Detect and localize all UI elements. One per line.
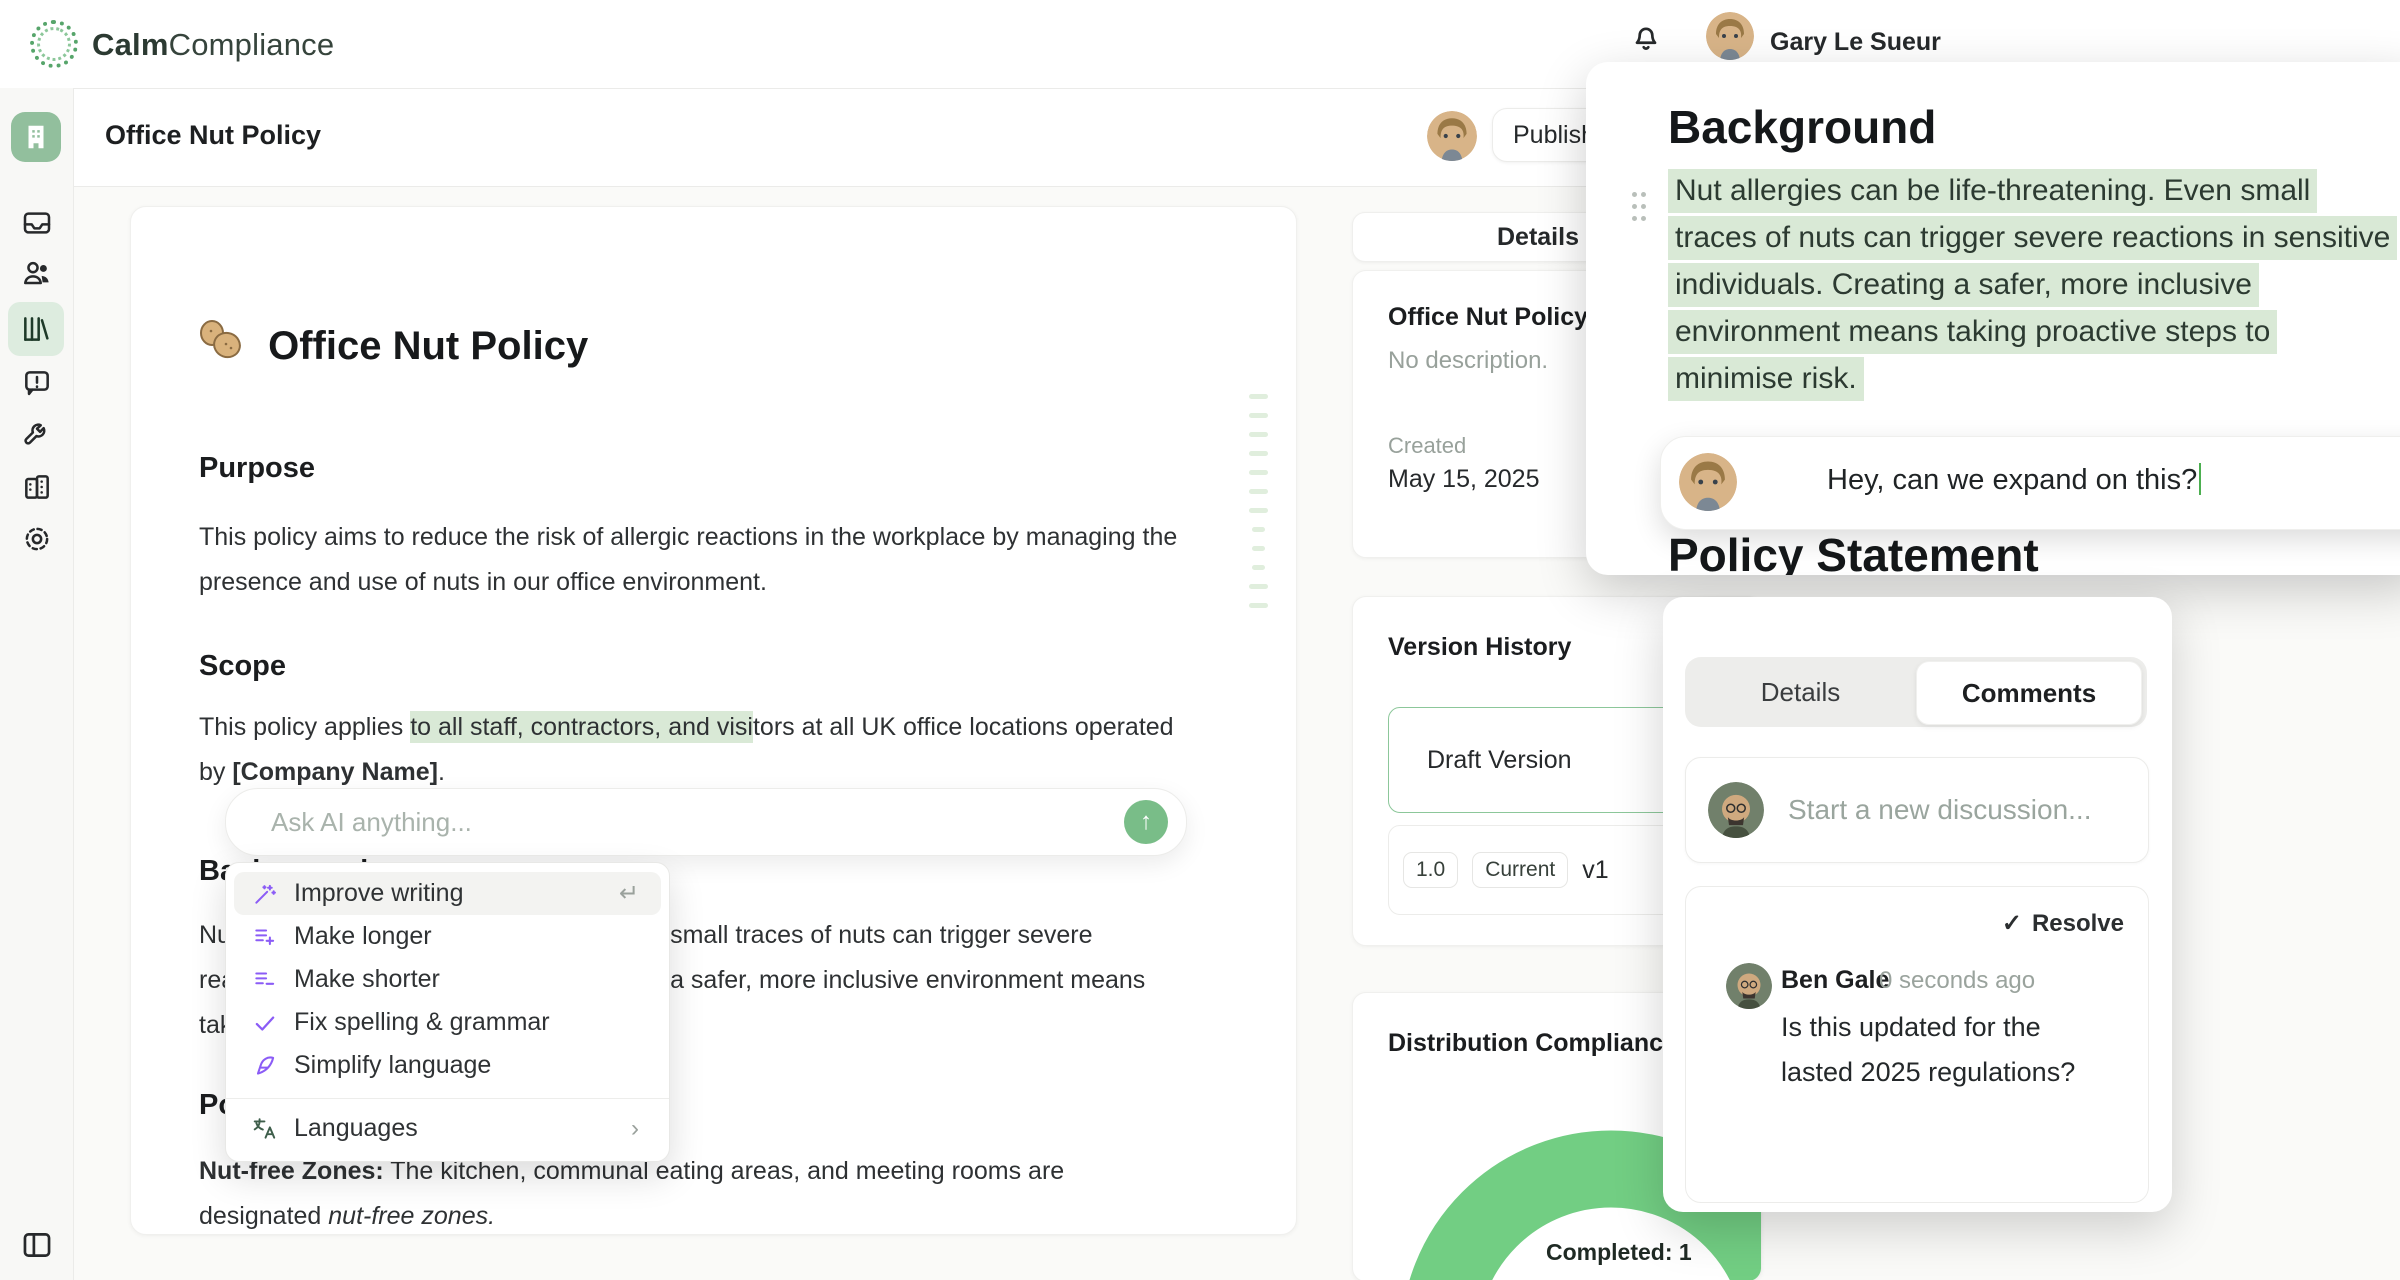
highlighted-line[interactable]: traces of nuts can trigger severe reacti… <box>1668 221 2397 255</box>
text-add-lines-icon <box>252 924 278 950</box>
minimap-dash <box>1249 489 1268 494</box>
version-history-title: Version History <box>1388 633 1571 662</box>
minimap-dash <box>1249 451 1268 456</box>
notifications-bell-icon[interactable] <box>1628 18 1664 54</box>
minimap-dash <box>1249 413 1268 418</box>
menu-item-improve-writing[interactable]: Improve writing ↵ <box>234 872 661 915</box>
tab-details[interactable]: Details <box>1685 657 1916 727</box>
current-badge: Current <box>1472 852 1568 888</box>
text-caret <box>2199 463 2201 495</box>
comment-author-avatar <box>1726 963 1772 1009</box>
menu-item-simplify-language[interactable]: Simplify language <box>234 1044 661 1087</box>
left-rail <box>0 88 74 1280</box>
wand-sparkles-icon <box>252 881 278 907</box>
donut-completed-label: Completed: 1 <box>1546 1239 1692 1266</box>
minimap-dash <box>1249 584 1268 589</box>
nut-free-zones-paragraph[interactable]: Nut-free Zones: The kitchen, communal ea… <box>199 1149 1184 1239</box>
document-title: Office Nut Policy <box>105 120 321 151</box>
created-value: May 15, 2025 <box>1388 465 1540 494</box>
sidebar-item-people[interactable] <box>20 256 54 290</box>
drag-handle-icon[interactable] <box>1632 192 1648 232</box>
comment-text: Is this updated for the lasted 2025 regu… <box>1781 1005 2111 1095</box>
ai-send-button[interactable]: ↑ <box>1124 800 1168 844</box>
overlay-policy-statement-heading: Policy Statement <box>1668 528 2039 575</box>
overlay-background-heading: Background <box>1668 100 1936 154</box>
comment-input[interactable]: Hey, can we expand on this? <box>1827 463 2201 497</box>
scope-paragraph[interactable]: This policy applies to all staff, contra… <box>199 705 1184 795</box>
version-number-badge: 1.0 <box>1403 852 1458 888</box>
return-key-icon: ↵ <box>619 879 639 908</box>
highlighted-line[interactable]: individuals. Creating a safer, more incl… <box>1668 268 2259 302</box>
calm-compliance-app: CalmCompliance Gary Le Sueur <box>0 0 2400 1280</box>
minimap-dash <box>1252 527 1265 532</box>
menu-divider <box>226 1098 669 1099</box>
highlighted-line[interactable]: Nut allergies can be life-threatening. E… <box>1668 174 2317 208</box>
background-callout-window: Background Nut allergies can be life-thr… <box>1586 62 2400 575</box>
chevron-right-icon: › <box>631 1115 639 1143</box>
panel-tabs: Details Comments <box>1685 657 2147 727</box>
text-remove-lines-icon <box>252 967 278 993</box>
new-discussion-card[interactable]: Start a new discussion... <box>1685 757 2149 863</box>
comment-thread-card: ✓ Resolve Ben Gale 0 seconds ago Is this… <box>1685 886 2149 1203</box>
comment-author: Ben Gale <box>1781 966 1889 995</box>
sidebar-item-library-active[interactable] <box>8 302 64 356</box>
arrow-up-icon: ↑ <box>1140 808 1152 836</box>
sidebar-item-organisations[interactable] <box>20 470 54 504</box>
sidebar-item-tools[interactable] <box>20 416 54 450</box>
sidebar-item-settings[interactable] <box>20 522 54 556</box>
minimap-dash <box>1249 508 1268 513</box>
commenter-avatar <box>1679 453 1737 511</box>
check-icon: ✓ <box>2002 909 2022 938</box>
text-highlight: to all staff, contractors, and visi <box>410 711 753 743</box>
ai-actions-menu: Improve writing ↵ Make longer Make short… <box>225 862 670 1162</box>
menu-item-fix-spelling[interactable]: Fix spelling & grammar <box>234 1001 661 1044</box>
comment-timestamp: 0 seconds ago <box>1879 967 2035 995</box>
user-avatar[interactable] <box>1706 12 1754 60</box>
created-label: Created <box>1388 433 1466 459</box>
minimap-dash <box>1249 470 1268 475</box>
highlighted-line[interactable]: minimise risk. <box>1668 362 1864 396</box>
doc-title-row: Office Nut Policy <box>199 319 1184 369</box>
check-icon <box>252 1010 278 1036</box>
org-building-icon[interactable] <box>11 112 61 162</box>
peanut-icon <box>199 324 254 368</box>
editor-avatar <box>1427 111 1477 161</box>
user-name[interactable]: Gary Le Sueur <box>1770 28 1941 57</box>
collapse-sidebar-icon[interactable] <box>20 1228 54 1262</box>
comments-panel: Details Comments Start a new discussion.… <box>1663 597 2172 1212</box>
new-comment-bar[interactable]: Hey, can we expand on this? <box>1660 436 2400 530</box>
details-description: No description. <box>1388 347 1548 375</box>
new-discussion-placeholder: Start a new discussion... <box>1788 794 2091 826</box>
sidebar-item-inbox[interactable] <box>20 206 54 240</box>
current-user-avatar <box>1708 782 1764 838</box>
menu-item-make-longer[interactable]: Make longer <box>234 915 661 958</box>
menu-item-make-shorter[interactable]: Make shorter <box>234 958 661 1001</box>
minimap-dash <box>1249 394 1268 399</box>
highlighted-line[interactable]: environment means taking proactive steps… <box>1668 315 2277 349</box>
minimap-dash <box>1252 565 1265 570</box>
version-name: v1 <box>1582 856 1608 885</box>
minimap-dash <box>1252 546 1265 551</box>
minimap-dash <box>1249 603 1268 608</box>
ask-ai-bar[interactable]: Ask AI anything... ↑ <box>225 788 1187 856</box>
details-doc-title: Office Nut Policy <box>1388 303 1588 332</box>
purpose-heading[interactable]: Purpose <box>199 452 1184 485</box>
brand-logo-icon <box>30 20 78 68</box>
feather-icon <box>252 1053 278 1079</box>
resolve-button[interactable]: ✓ Resolve <box>2002 909 2124 938</box>
sidebar-item-issues[interactable] <box>20 366 54 400</box>
minimap-dash <box>1249 432 1268 437</box>
tab-comments-active[interactable]: Comments <box>1916 661 2142 725</box>
scope-heading[interactable]: Scope <box>199 650 1184 683</box>
ask-ai-placeholder: Ask AI anything... <box>271 807 472 838</box>
doc-title-text[interactable]: Office Nut Policy <box>268 324 588 368</box>
purpose-paragraph[interactable]: This policy aims to reduce the risk of a… <box>199 515 1184 605</box>
translate-icon <box>252 1116 278 1142</box>
menu-item-languages[interactable]: Languages › <box>234 1107 661 1150</box>
brand-name: CalmCompliance <box>92 27 334 63</box>
